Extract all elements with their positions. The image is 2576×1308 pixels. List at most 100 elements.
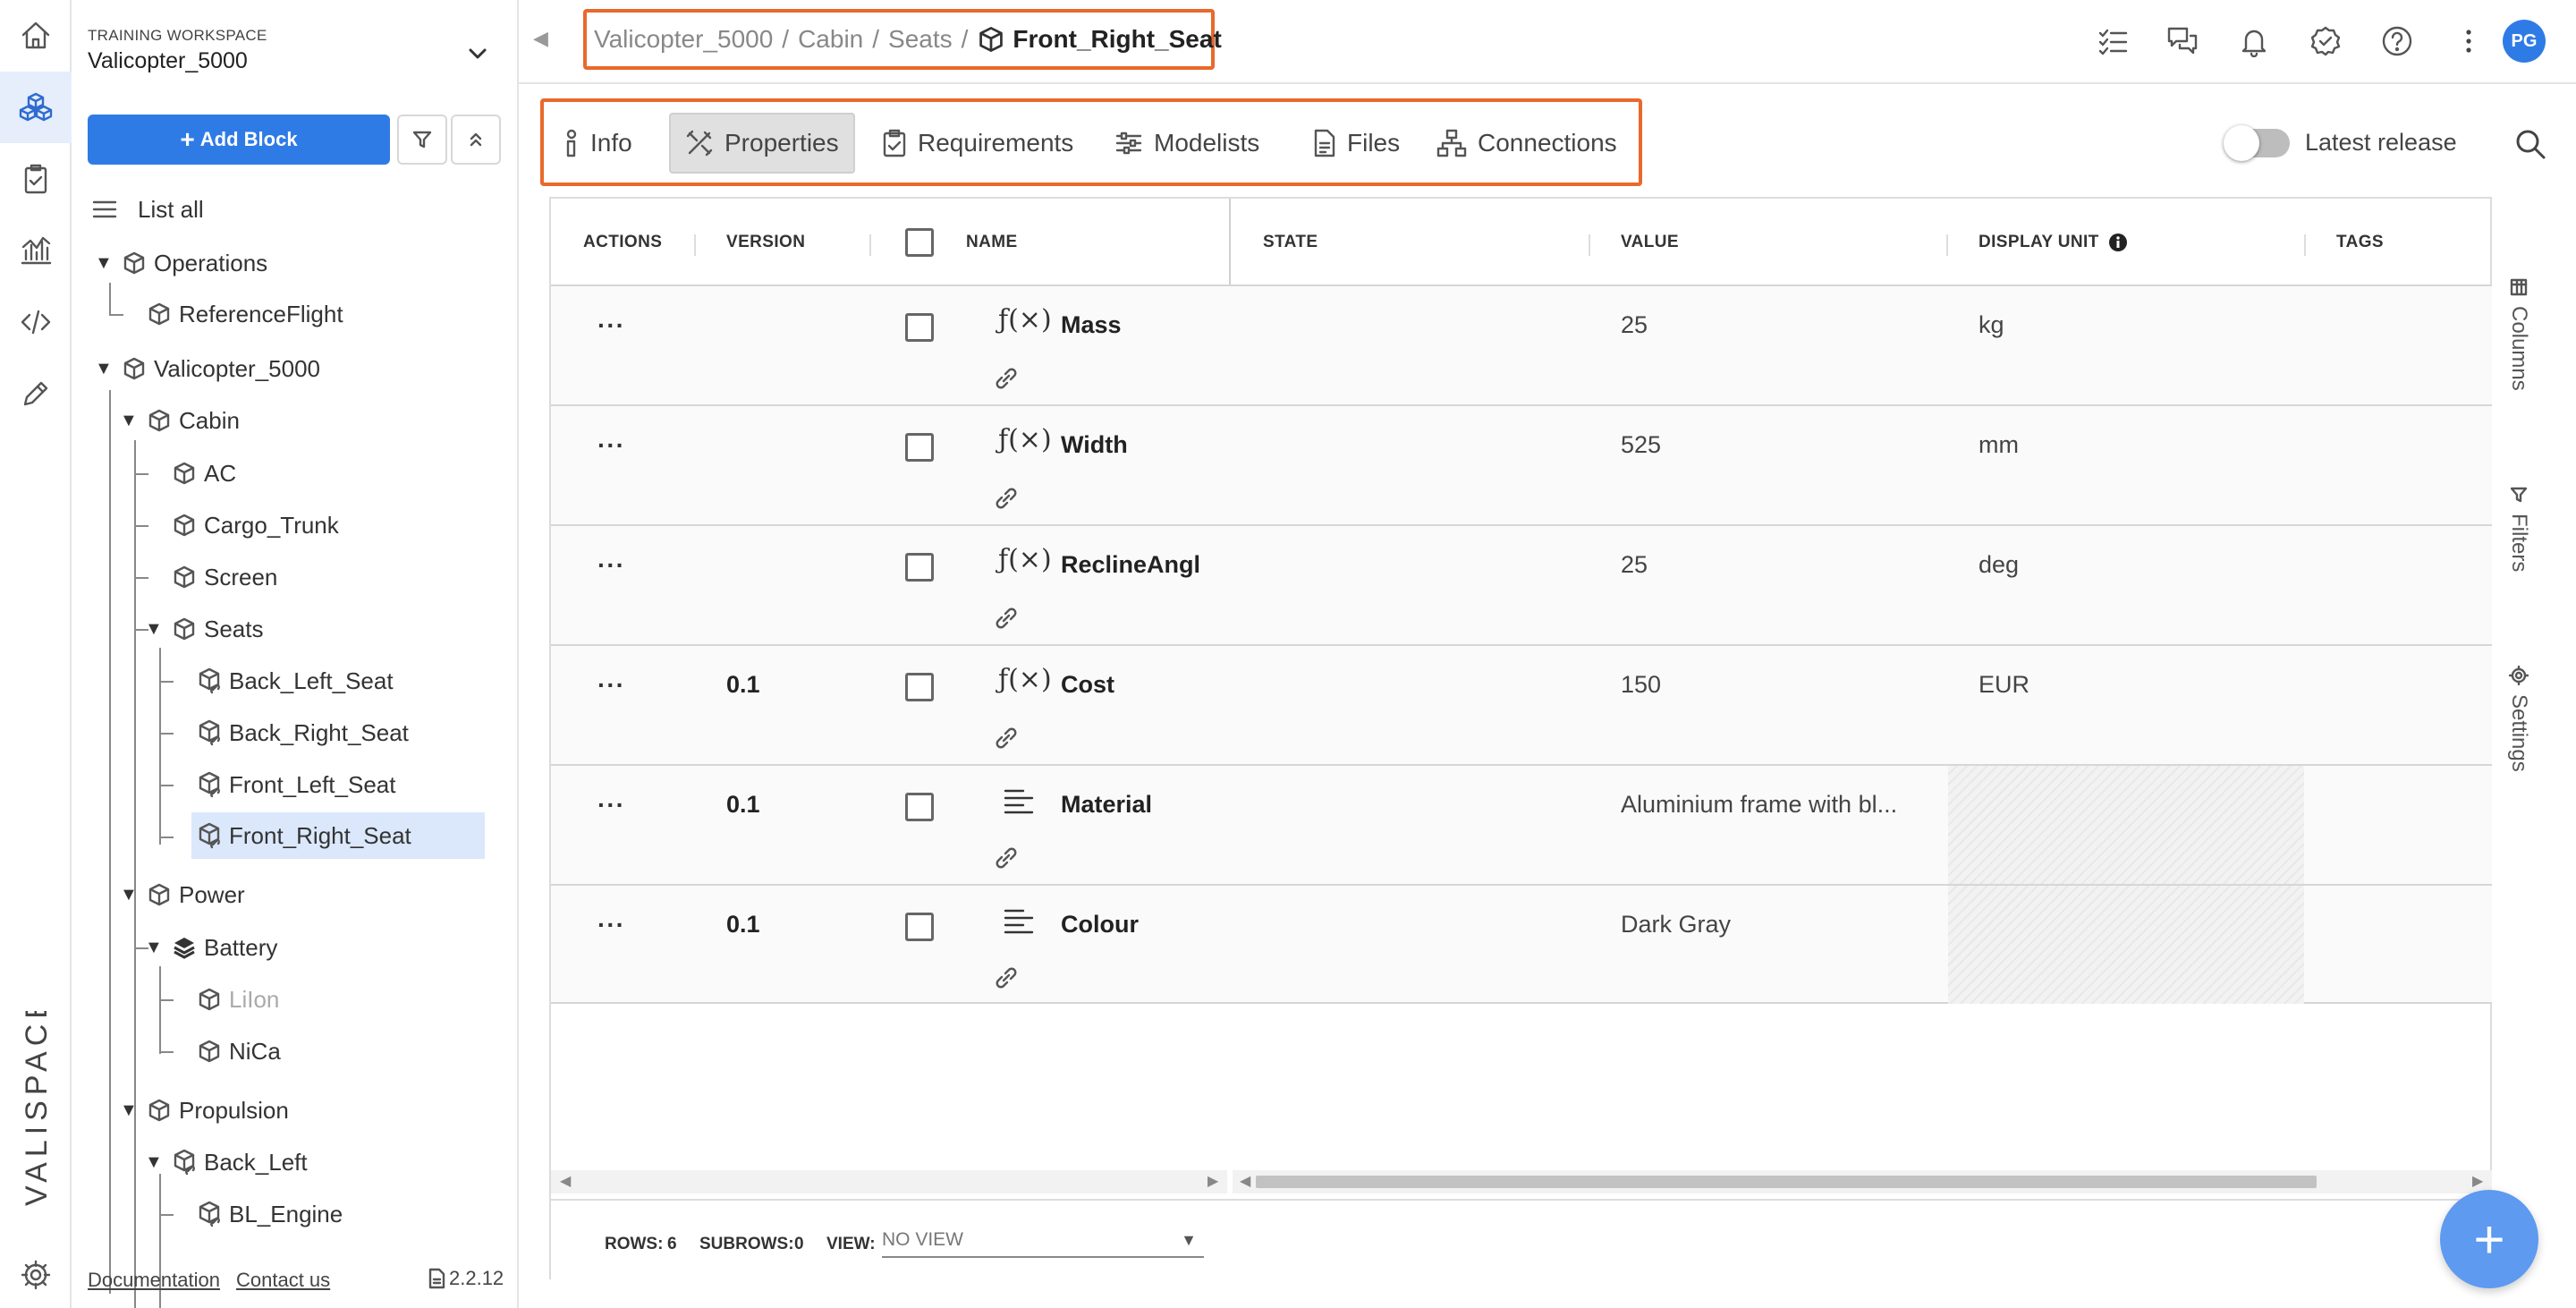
table-row[interactable]: ··· ƒ(×) Width 525 mm	[551, 404, 2492, 524]
tree-item-nica[interactable]: NiCa	[197, 1030, 281, 1073]
link-icon[interactable]	[993, 725, 1020, 752]
link-icon[interactable]	[993, 845, 1020, 871]
select-all-checkbox[interactable]	[905, 228, 934, 257]
breadcrumb-item[interactable]: Cabin	[798, 25, 863, 54]
latest-release-toggle[interactable]	[2224, 125, 2290, 161]
add-block-button[interactable]: + Add Block	[88, 115, 390, 165]
breadcrumb-item[interactable]: Seats	[888, 25, 953, 54]
blocks-icon[interactable]	[0, 72, 72, 143]
view-select[interactable]: NO VIEW ▼	[882, 1224, 1204, 1258]
tree-item-screen[interactable]: Screen	[172, 556, 277, 599]
row-actions-menu[interactable]: ···	[597, 431, 625, 460]
help-icon[interactable]	[2379, 23, 2415, 59]
collapse-sidebar-icon[interactable]: ◀	[533, 27, 548, 50]
expand-caret-icon[interactable]: ▼	[145, 938, 165, 958]
tree-item-back-left-seat[interactable]: Back_Left_Seat	[197, 659, 394, 702]
tab-requirements[interactable]: Requirements	[868, 113, 1088, 174]
tree-item-back-left[interactable]: ▼ Back_Left	[145, 1141, 308, 1184]
property-unit[interactable]: kg	[1979, 311, 2004, 339]
code-icon[interactable]	[0, 286, 72, 358]
avatar[interactable]: PG	[2503, 20, 2546, 63]
columns-panel-tab[interactable]: Columns	[2492, 277, 2546, 391]
search-icon[interactable]	[2513, 127, 2547, 161]
row-actions-menu[interactable]: ···	[597, 911, 625, 939]
tree-item-valicopter[interactable]: ▼ Valicopter_5000	[95, 347, 320, 390]
tree-item-power[interactable]: ▼ Power	[120, 873, 245, 916]
property-value[interactable]: 150	[1621, 671, 1661, 699]
tree-item-operations[interactable]: ▼ Operations	[95, 242, 267, 285]
row-actions-menu[interactable]: ···	[597, 311, 625, 340]
list-all-item[interactable]: List all	[91, 188, 204, 231]
property-name[interactable]: ReclineAngl	[1061, 551, 1211, 579]
table-row[interactable]: ··· ƒ(×) Mass 25 kg	[551, 285, 2492, 404]
table-row[interactable]: ··· 0.1 Material Aluminium frame with bl…	[551, 764, 2492, 884]
property-name[interactable]: Colour	[1061, 911, 1211, 939]
property-name[interactable]: Material	[1061, 791, 1211, 819]
column-header-display-unit[interactable]: DISPLAY UNIT	[1979, 233, 2128, 252]
tab-modelists[interactable]: Modelists	[1100, 113, 1274, 174]
tree-item-cargo-trunk[interactable]: Cargo_Trunk	[172, 504, 339, 547]
column-header-version[interactable]: VERSION	[726, 233, 805, 252]
row-checkbox[interactable]	[905, 793, 934, 821]
expand-caret-icon[interactable]: ▼	[120, 885, 140, 905]
row-checkbox[interactable]	[905, 313, 934, 342]
property-name[interactable]: Cost	[1061, 671, 1211, 699]
expand-caret-icon[interactable]: ▼	[145, 619, 165, 640]
link-icon[interactable]	[993, 365, 1020, 392]
link-icon[interactable]	[993, 964, 1020, 991]
row-checkbox[interactable]	[905, 913, 934, 941]
tree-item-bl-engine[interactable]: BL_Engine	[197, 1193, 343, 1236]
expand-caret-icon[interactable]: ▼	[120, 1100, 140, 1121]
tree-item-referenceflight[interactable]: ReferenceFlight	[147, 293, 343, 335]
column-header-actions[interactable]: ACTIONS	[583, 233, 662, 252]
table-row[interactable]: ··· 0.1 ƒ(×) Cost 150 EUR	[551, 644, 2492, 764]
collapse-all-button[interactable]	[451, 115, 501, 165]
column-header-name[interactable]: NAME	[966, 233, 1018, 252]
badge-check-icon[interactable]	[2308, 23, 2343, 59]
add-property-fab[interactable]: +	[2440, 1190, 2538, 1288]
property-unit[interactable]: mm	[1979, 431, 2019, 459]
column-header-state[interactable]: STATE	[1263, 233, 1318, 252]
tree-item-front-left-seat[interactable]: Front_Left_Seat	[197, 763, 395, 806]
settings-icon[interactable]	[0, 1239, 72, 1308]
breadcrumb-item[interactable]: Valicopter_5000	[594, 25, 773, 54]
tree-item-seats[interactable]: ▼ Seats	[145, 607, 264, 650]
filters-panel-tab[interactable]: Filters	[2492, 485, 2546, 572]
row-checkbox[interactable]	[905, 673, 934, 701]
property-name[interactable]: Mass	[1061, 311, 1211, 339]
column-header-value[interactable]: VALUE	[1621, 233, 1679, 252]
workspace-name[interactable]: Valicopter_5000	[88, 48, 248, 74]
property-value[interactable]: 25	[1621, 551, 1648, 579]
tree-item-battery[interactable]: ▼ Battery	[145, 926, 277, 969]
tab-info[interactable]: Info	[549, 113, 647, 174]
info-circle-icon[interactable]	[2108, 233, 2128, 252]
tab-properties[interactable]: Properties	[669, 113, 855, 174]
tree-item-ac[interactable]: AC	[172, 452, 236, 495]
requirements-icon[interactable]	[0, 143, 72, 215]
expand-caret-icon[interactable]: ▼	[145, 1152, 165, 1173]
checklist-icon[interactable]	[2095, 23, 2131, 59]
row-actions-menu[interactable]: ···	[597, 791, 625, 820]
column-header-tags[interactable]: TAGS	[2336, 233, 2384, 252]
analytics-icon[interactable]	[0, 215, 72, 286]
expand-caret-icon[interactable]: ▼	[120, 411, 140, 431]
property-value[interactable]: Aluminium frame with bl...	[1621, 791, 1897, 819]
tree-item-cabin[interactable]: ▼ Cabin	[120, 399, 240, 442]
table-row[interactable]: ··· ƒ(×) ReclineAngl 25 deg	[551, 524, 2492, 644]
tab-files[interactable]: Files	[1299, 113, 1414, 174]
property-unit[interactable]: deg	[1979, 551, 2019, 579]
more-vert-icon[interactable]	[2451, 23, 2487, 59]
tab-connections[interactable]: Connections	[1422, 113, 1631, 174]
tree-item-liion[interactable]: LiIon	[197, 978, 279, 1021]
link-icon[interactable]	[993, 605, 1020, 632]
documentation-link[interactable]: Documentation	[88, 1269, 220, 1292]
tree-item-front-right-seat[interactable]: Front_Right_Seat	[191, 812, 485, 859]
property-unit[interactable]: EUR	[1979, 671, 2029, 699]
expand-caret-icon[interactable]: ▼	[95, 253, 114, 274]
contact-link[interactable]: Contact us	[236, 1269, 330, 1292]
home-icon[interactable]	[0, 0, 72, 72]
settings-panel-tab[interactable]: Settings	[2492, 666, 2546, 772]
tree-item-back-right-seat[interactable]: Back_Right_Seat	[197, 711, 409, 754]
row-checkbox[interactable]	[905, 553, 934, 582]
chat-icon[interactable]	[2165, 23, 2200, 59]
